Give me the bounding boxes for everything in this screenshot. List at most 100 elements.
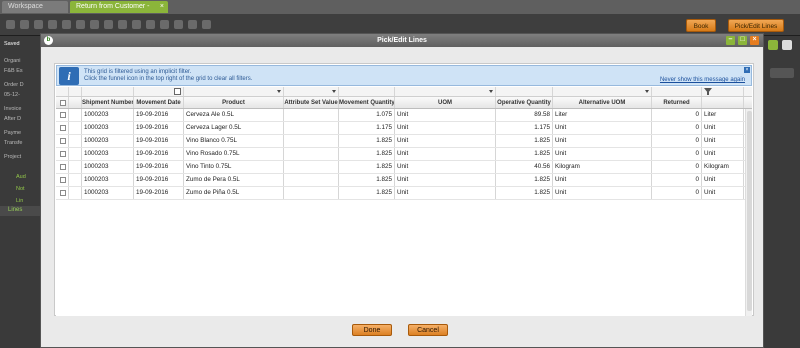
audit-icon[interactable] — [160, 20, 169, 29]
minimize-icon[interactable]: – — [726, 36, 735, 45]
table-row[interactable]: 1000203 19-09-2016 Cerveza Ale 0.5L 1.07… — [56, 109, 752, 122]
chevron-down-icon[interactable] — [332, 90, 336, 93]
cell-movement-qty: 1.825 — [339, 174, 395, 186]
lines-tab[interactable]: Lines — [0, 206, 40, 216]
list-icon[interactable] — [202, 20, 211, 29]
row-checkbox[interactable] — [56, 161, 69, 173]
section-notes[interactable]: Not — [16, 186, 25, 192]
row-checkbox[interactable] — [56, 122, 69, 134]
cell-alt-uom: Unit — [553, 122, 652, 134]
book-button[interactable]: Book — [686, 19, 716, 32]
maximize-icon[interactable]: □ — [738, 36, 747, 45]
new-icon[interactable] — [6, 20, 15, 29]
cell-operative-qty: 1.175 — [496, 122, 553, 134]
organization-value[interactable]: F&B Es — [4, 68, 23, 74]
tab-workspace[interactable]: Workspace — [2, 1, 68, 13]
col-attribute-set-value[interactable]: Attribute Set Value — [284, 97, 339, 108]
order-date-value[interactable]: 05-12- — [4, 92, 20, 98]
table-row[interactable]: 1000203 19-09-2016 Zumo de Pera 0.5L 1.8… — [56, 174, 752, 187]
tree-icon[interactable] — [188, 20, 197, 29]
cell-alt-uom: Liter — [553, 109, 652, 121]
row-checkbox[interactable] — [56, 109, 69, 121]
cell-shipment: 1000203 — [82, 187, 134, 199]
tab-return-from-customer[interactable]: Return from Customer - 1000000... × — [70, 1, 168, 22]
chevron-down-icon[interactable] — [489, 90, 493, 93]
table-row[interactable]: 1000203 19-09-2016 Zumo de Piña 0.5L 1.8… — [56, 187, 752, 200]
filter-alt-uom[interactable] — [553, 87, 652, 96]
print-icon[interactable] — [132, 20, 141, 29]
cell-date: 19-09-2016 — [134, 174, 184, 186]
cell-date: 19-09-2016 — [134, 161, 184, 173]
table-row[interactable]: 1000203 19-09-2016 Vino Tinto 0.75L 1.82… — [56, 161, 752, 174]
filter-date[interactable] — [134, 87, 184, 96]
filter-attribute[interactable] — [284, 87, 339, 96]
col-operative-quantity[interactable]: Operative Quantity — [496, 97, 553, 108]
cell-uom: Unit — [395, 174, 496, 186]
maximize-icon[interactable] — [768, 40, 778, 50]
cell-attribute — [284, 148, 339, 160]
cell-operative-qty: 1.825 — [496, 148, 553, 160]
cell-uom: Unit — [395, 161, 496, 173]
save-icon[interactable] — [20, 20, 29, 29]
chevron-down-icon[interactable] — [277, 90, 281, 93]
delete-icon[interactable] — [76, 20, 85, 29]
dropdown-icon[interactable] — [770, 68, 794, 78]
col-movement-quantity[interactable]: Movement Quantity — [339, 97, 395, 108]
copy-icon[interactable] — [104, 20, 113, 29]
cell-date: 19-09-2016 — [134, 109, 184, 121]
table-row[interactable]: 1000203 19-09-2016 Vino Blanco 0.75L 1.8… — [56, 135, 752, 148]
refresh-icon[interactable] — [90, 20, 99, 29]
cell-returned: 0 — [652, 187, 702, 199]
pick-edit-lines-button[interactable]: Pick/Edit Lines — [728, 19, 784, 32]
filter-shipment[interactable] — [82, 87, 134, 96]
link-icon[interactable] — [174, 20, 183, 29]
section-audit[interactable]: Aud — [16, 174, 26, 180]
cell-product: Vino Blanco 0.75L — [184, 135, 284, 147]
filter-returned[interactable] — [652, 87, 702, 96]
col-movement-date[interactable]: Movement Date — [134, 97, 184, 108]
save-close-icon[interactable] — [34, 20, 43, 29]
row-checkbox[interactable] — [56, 187, 69, 199]
payment-label: Payme — [4, 130, 22, 136]
grid-scrollbar[interactable] — [745, 109, 752, 316]
close-icon[interactable]: × — [160, 1, 164, 13]
done-button[interactable]: Done — [352, 324, 392, 336]
col-shipment-number[interactable]: Shipment Number — [82, 97, 134, 108]
col-uom[interactable]: UOM — [395, 97, 496, 108]
table-row[interactable]: 1000203 19-09-2016 Cerveza Lager 0.5L 1.… — [56, 122, 752, 135]
section-linked[interactable]: Lin — [16, 198, 23, 204]
row-checkbox[interactable] — [56, 174, 69, 186]
scroll-thumb[interactable] — [747, 111, 752, 311]
cancel-button[interactable]: Cancel — [408, 324, 448, 336]
col-product[interactable]: Product — [184, 97, 284, 108]
close-view-icon[interactable] — [782, 40, 792, 50]
row-checkbox[interactable] — [56, 148, 69, 160]
cell-returned: 0 — [652, 135, 702, 147]
cell-operative-qty: 1.825 — [496, 187, 553, 199]
row-checkbox[interactable] — [56, 135, 69, 147]
filter-operative-qty[interactable] — [496, 87, 553, 96]
col-alternative-uom[interactable]: Alternative UOM — [553, 97, 652, 108]
col-returned[interactable]: Returned — [652, 97, 702, 108]
new-record-icon[interactable] — [48, 20, 57, 29]
filter-product[interactable] — [184, 87, 284, 96]
calendar-icon[interactable] — [174, 88, 181, 95]
table-row[interactable]: 1000203 19-09-2016 Vino Rosado 0.75L 1.8… — [56, 148, 752, 161]
undo-icon[interactable] — [62, 20, 71, 29]
dialog-title-bar: b Pick/Edit Lines – □ × — [41, 34, 763, 47]
clear-filter-button[interactable] — [702, 87, 744, 96]
invoice-value[interactable]: After D — [4, 116, 21, 122]
never-show-link[interactable]: Never show this message again — [660, 77, 745, 83]
email-icon[interactable] — [146, 20, 155, 29]
chevron-down-icon[interactable] — [645, 90, 649, 93]
cell-operative-qty: 1.825 — [496, 135, 553, 147]
cell-uom-2: Unit — [702, 122, 744, 134]
cell-operative-qty: 40.56 — [496, 161, 553, 173]
payment-value[interactable]: Transfe — [4, 140, 22, 146]
select-all-checkbox[interactable] — [56, 97, 69, 108]
filter-uom[interactable] — [395, 87, 496, 96]
attach-icon[interactable] — [118, 20, 127, 29]
filter-movement-qty[interactable] — [339, 87, 395, 96]
close-icon[interactable]: × — [744, 67, 750, 73]
close-icon[interactable]: × — [750, 36, 759, 45]
